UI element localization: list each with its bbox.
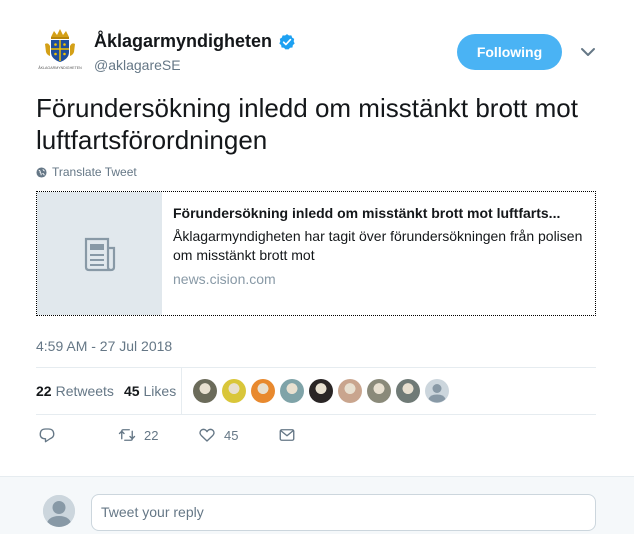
- card-title[interactable]: Förundersökning inledd om misstänkt brot…: [173, 204, 583, 222]
- likes-stat[interactable]: 45 Likes: [124, 383, 176, 399]
- retweet-action[interactable]: 22: [118, 426, 158, 444]
- translate-tweet-link[interactable]: Translate Tweet: [36, 165, 137, 179]
- reply-input[interactable]: Tweet your reply: [91, 494, 596, 531]
- retweet-icon: [118, 429, 136, 441]
- retweets-label[interactable]: Retweets: [56, 383, 114, 399]
- link-card[interactable]: Förundersökning inledd om misstänkt brot…: [36, 191, 596, 316]
- globe-icon: [36, 166, 47, 178]
- liker-avatar[interactable]: [338, 379, 362, 403]
- liker-avatar[interactable]: [280, 379, 304, 403]
- likes-count[interactable]: 45: [124, 383, 140, 399]
- tweet-stats: 22 Retweets 45 Likes: [36, 368, 596, 414]
- tweet-text: Förundersökning inledd om misstänkt brot…: [36, 93, 578, 155]
- liker-avatar[interactable]: [367, 379, 391, 403]
- author-name[interactable]: Åklagarmyndigheten: [94, 31, 296, 52]
- liker-avatar[interactable]: [396, 379, 420, 403]
- heart-icon: [199, 428, 215, 442]
- card-thumbnail[interactable]: [37, 192, 162, 315]
- liker-avatar[interactable]: [251, 379, 275, 403]
- translate-tweet-label[interactable]: Translate Tweet: [52, 165, 137, 179]
- stats-separator: [181, 368, 182, 414]
- liker-avatar[interactable]: [193, 379, 217, 403]
- default-avatar-icon[interactable]: [425, 379, 449, 403]
- retweets-count[interactable]: 22: [36, 383, 52, 399]
- tweet-actions: 22 45: [36, 426, 336, 450]
- envelope-icon: [279, 429, 295, 441]
- retweet-count: 22: [144, 427, 159, 443]
- tweet-container: ÅKLAGARMYNDIGHETEN Åklagarmyndigheten @a…: [0, 0, 634, 476]
- card-description: Åklagarmyndigheten har tagit över förund…: [173, 228, 583, 263]
- reply-action[interactable]: [38, 426, 64, 444]
- liker-avatars: [193, 379, 449, 403]
- default-avatar-icon: [43, 495, 75, 527]
- liker-avatar[interactable]: [222, 379, 246, 403]
- liker-avatar[interactable]: [309, 379, 333, 403]
- author-handle[interactable]: @aklagareSE: [94, 57, 181, 73]
- following-button[interactable]: Following: [457, 34, 562, 70]
- likes-label[interactable]: Likes: [144, 383, 177, 399]
- chevron-down-icon[interactable]: [580, 44, 596, 60]
- user-avatar: [43, 495, 75, 527]
- verified-badge-icon: [279, 33, 295, 49]
- reply-bar: Tweet your reply: [0, 476, 634, 534]
- card-domain: news.cision.com: [173, 271, 276, 287]
- svg-text:ÅKLAGARMYNDIGHETEN: ÅKLAGARMYNDIGHETEN: [38, 65, 82, 70]
- reply-icon: [39, 428, 55, 443]
- like-count: 45: [224, 427, 239, 443]
- divider: [36, 414, 596, 415]
- card-body[interactable]: Förundersökning inledd om misstänkt brot…: [162, 192, 595, 315]
- direct-message-action[interactable]: [278, 426, 296, 444]
- tweet-timestamp[interactable]: 4:59 AM - 27 Jul 2018: [36, 338, 172, 354]
- like-action[interactable]: 45: [198, 426, 238, 444]
- retweets-stat[interactable]: 22 Retweets: [36, 383, 114, 399]
- document-icon: [84, 237, 115, 271]
- author-name-text[interactable]: Åklagarmyndigheten: [94, 31, 272, 52]
- agency-logo[interactable]: ÅKLAGARMYNDIGHETEN: [36, 24, 84, 72]
